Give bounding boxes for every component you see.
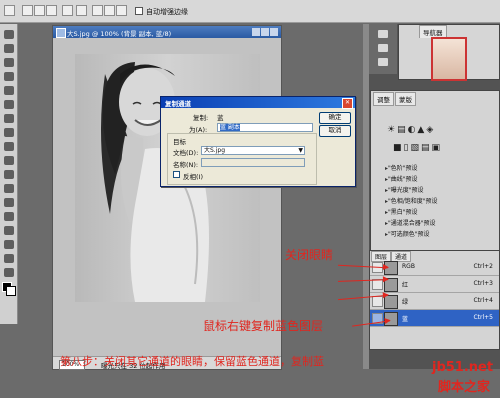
document-select[interactable]: 大S.jpg ▼	[201, 146, 305, 155]
watermark-cn: 脚本之家	[438, 380, 491, 395]
chevron-down-icon[interactable]: ▼	[298, 147, 303, 154]
move-tool-icon[interactable]	[4, 30, 14, 39]
document-title-bar[interactable]: 大S.jpg @ 100% (背景 副本, 蓝/8)	[53, 26, 281, 38]
new-selection-icon[interactable]	[22, 5, 33, 16]
options-bar: 自动增强边缘	[0, 0, 500, 23]
copy-label: 复制:	[193, 114, 209, 122]
brush-tool-icon[interactable]	[4, 128, 14, 137]
preset-hue-saturation[interactable]: "色相/饱和度"预设	[385, 196, 489, 207]
channel-shortcut: Ctrl+5	[473, 314, 493, 321]
sample-layers-icon[interactable]	[92, 5, 103, 16]
healing-tool-icon[interactable]	[4, 114, 14, 123]
path-select-tool-icon[interactable]	[4, 240, 14, 249]
navigator-thumbnail[interactable]	[431, 37, 467, 81]
tool-preset-icon[interactable]	[4, 5, 15, 16]
tab-masks[interactable]: 蒙版	[395, 92, 416, 106]
stamp-tool-icon[interactable]	[4, 142, 14, 151]
channel-name: 红	[402, 282, 409, 289]
window-controls	[251, 28, 278, 38]
preset-exposure[interactable]: "曝光度"预设	[385, 185, 489, 196]
as-input[interactable]: 蓝 副本	[217, 123, 313, 132]
dodge-tool-icon[interactable]	[4, 198, 14, 207]
hand-tool-icon[interactable]	[4, 254, 14, 263]
tolerance-icon[interactable]	[104, 5, 115, 16]
adjustment-icons-row-1[interactable]: ☀▤◐▲◈	[387, 125, 435, 135]
brush-size-icon[interactable]	[76, 5, 87, 16]
dialog-title-bar[interactable]: 复制通道 ✕	[161, 97, 355, 109]
toolbox	[0, 24, 18, 324]
quick-select-tool-icon[interactable]	[4, 72, 14, 81]
adjustment-icons-row-2[interactable]: ■▯▧▤▣	[393, 143, 442, 153]
adjustment-presets-list: "色阶"预设 "曲线"预设 "曝光度"预设 "色相/饱和度"预设 "黑白"预设 …	[385, 163, 489, 240]
watermark-url: jb51.net	[432, 360, 494, 375]
panel-icon-strip	[369, 24, 397, 74]
add-selection-icon[interactable]	[34, 5, 45, 16]
subtract-selection-icon[interactable]	[46, 5, 57, 16]
channel-row-red[interactable]: 红 Ctrl+3	[370, 276, 499, 293]
invert-checkbox[interactable]	[173, 171, 180, 178]
preset-curves[interactable]: "曲线"预设	[385, 174, 489, 185]
adjustments-tabs: 调整 蒙版	[373, 92, 417, 106]
target-label: 目标	[173, 136, 186, 146]
zoom-tool-icon[interactable]	[4, 268, 14, 277]
right-click-note: 鼠标右键复制蓝色图层	[203, 319, 324, 333]
channel-name: 绿	[402, 299, 409, 306]
refine-icon[interactable]	[116, 5, 127, 16]
brush-icon[interactable]	[62, 5, 73, 16]
gradient-tool-icon[interactable]	[4, 184, 14, 193]
ok-button[interactable]: 确定	[319, 112, 351, 124]
step-instruction: 第八步：关闭其它通道的眼睛，保留蓝色通道，复制蓝	[60, 355, 324, 368]
preset-black-white[interactable]: "黑白"预设	[385, 207, 489, 218]
eraser-tool-icon[interactable]	[4, 170, 14, 179]
eyedropper-tool-icon[interactable]	[4, 100, 14, 109]
channel-row-green[interactable]: 绿 Ctrl+4	[370, 293, 499, 310]
type-tool-icon[interactable]	[4, 226, 14, 235]
pen-tool-icon[interactable]	[4, 212, 14, 221]
visibility-eye-icon[interactable]	[372, 279, 383, 290]
preset-channel-mixer[interactable]: "通道混合器"预设	[385, 218, 489, 229]
marquee-tool-icon[interactable]	[4, 44, 14, 53]
duplicate-channel-dialog: 复制通道 ✕ 复制: 蓝 为(A): 蓝 副本 目标 文档(D): 大S.jpg…	[160, 96, 356, 187]
preset-selective-color[interactable]: "可选颜色"预设	[385, 229, 489, 240]
visibility-eye-icon[interactable]	[372, 296, 383, 307]
channel-shortcut: Ctrl+4	[473, 297, 493, 304]
channel-shortcut: Ctrl+3	[473, 280, 493, 287]
brushes-panel-icon[interactable]	[378, 58, 388, 66]
history-panel-icon[interactable]	[378, 30, 388, 38]
close-eyes-note: 关闭眼睛	[285, 248, 334, 262]
channel-name: RGB	[402, 263, 415, 270]
maximize-icon[interactable]	[261, 28, 269, 36]
document-icon	[56, 28, 66, 38]
preset-levels[interactable]: "色阶"预设	[385, 163, 489, 174]
dialog-title: 复制通道	[165, 100, 191, 108]
navigator-panel: 导航器	[398, 24, 500, 81]
minimize-icon[interactable]	[252, 28, 260, 36]
document-select-value: 大S.jpg	[204, 147, 226, 154]
document-title: 大S.jpg @ 100% (背景 副本, 蓝/8)	[67, 30, 172, 38]
canvas-area[interactable]	[53, 38, 281, 356]
name-label: 名称(N):	[173, 161, 199, 169]
lasso-tool-icon[interactable]	[4, 58, 14, 67]
actions-panel-icon[interactable]	[378, 44, 388, 52]
tab-adjustments[interactable]: 调整	[373, 92, 394, 106]
adjustments-panel: 调整蒙版 ☀▤◐▲◈ ■▯▧▤▣ "色阶"预设 "曲线"预设 "曝光度"预设 "…	[370, 90, 500, 252]
invert-label: 反相(I)	[183, 173, 203, 181]
close-icon[interactable]: ✕	[342, 98, 353, 109]
crop-tool-icon[interactable]	[4, 86, 14, 95]
copy-value: 蓝	[217, 114, 224, 122]
close-icon[interactable]	[270, 28, 278, 36]
doc-label: 文档(D):	[173, 149, 199, 157]
auto-enhance-checkbox[interactable]	[135, 7, 143, 15]
channel-name: 蓝	[402, 316, 409, 323]
name-input[interactable]	[201, 158, 305, 167]
background-color-swatch[interactable]	[6, 286, 16, 296]
as-input-value: 蓝 副本	[220, 124, 240, 131]
auto-enhance-label: 自动增强边缘	[146, 8, 188, 16]
cancel-button[interactable]: 取消	[319, 125, 351, 137]
channel-shortcut: Ctrl+2	[473, 263, 493, 270]
channel-row-rgb[interactable]: RGB Ctrl+2	[370, 259, 499, 276]
history-brush-tool-icon[interactable]	[4, 156, 14, 165]
